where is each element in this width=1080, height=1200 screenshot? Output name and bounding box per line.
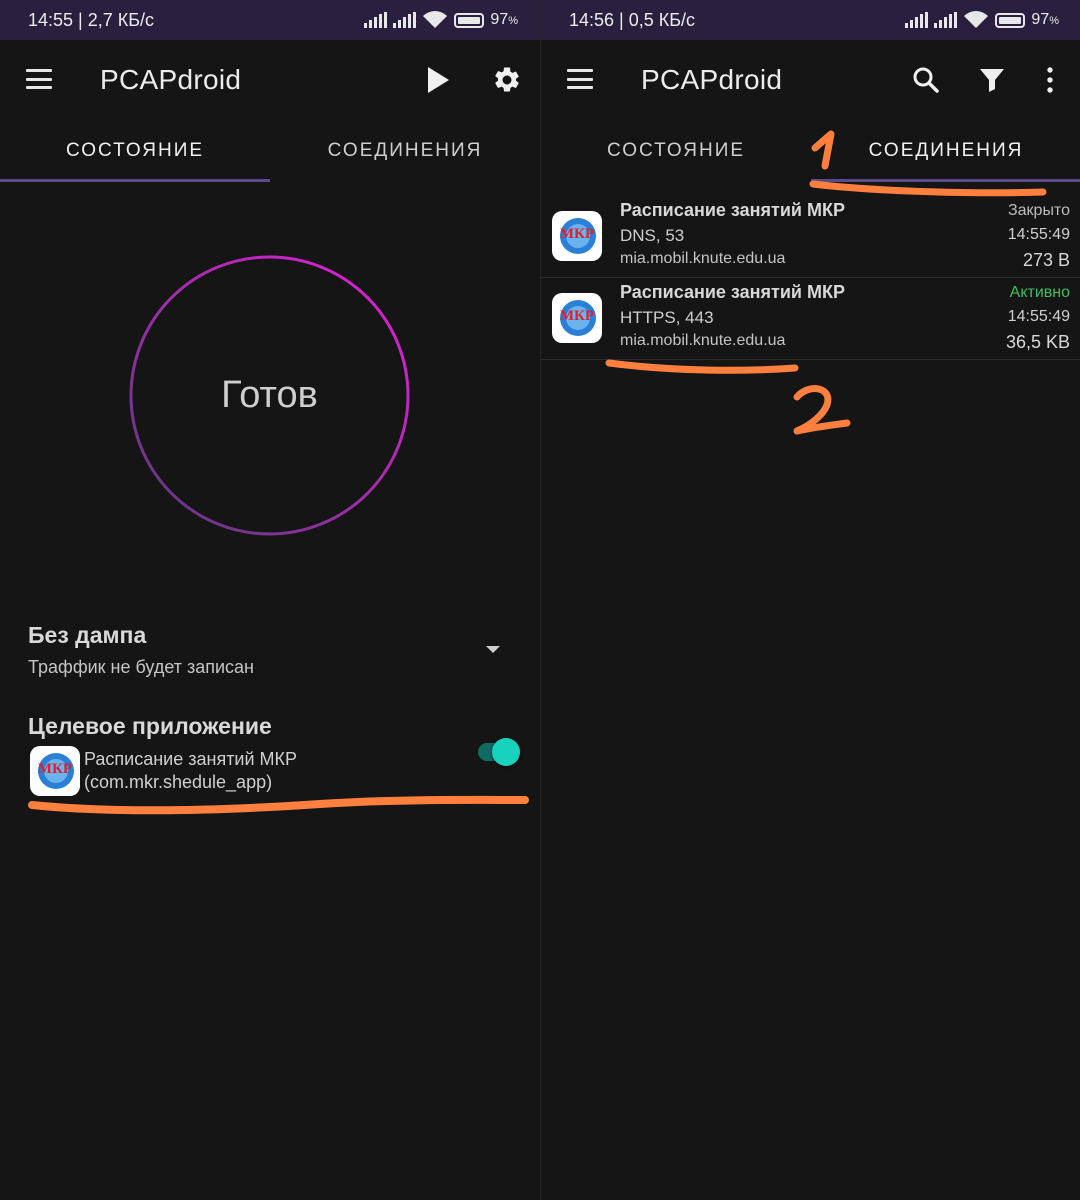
tab-bar: СОСТОЯНИЕ СОЕДИНЕНИЯ: [0, 120, 540, 182]
tab-status[interactable]: СОСТОЯНИЕ: [0, 120, 270, 182]
app-title: PCAPdroid: [100, 64, 242, 95]
status-time: 14:56 | 0,5 КБ/с: [569, 9, 696, 30]
tab-indicator: [0, 179, 270, 182]
battery-percent-sign: %: [1049, 15, 1059, 27]
connections-screen: 14:56 | 0,5 КБ/с 97% PCAPdroid СОСТОЯНИЕ…: [540, 0, 1080, 1200]
connection-size: 36,5 KB: [1005, 332, 1070, 352]
app-icon: МКР: [552, 211, 602, 261]
status-screen: 14:55 | 2,7 КБ/с 97% PCAPdroid СОСТОЯНИЕ…: [0, 0, 540, 1200]
tab-indicator: [811, 179, 1080, 182]
battery-percent-sign: %: [508, 15, 518, 27]
connection-status: Закрыто: [1007, 202, 1070, 219]
app-bar: PCAPdroid: [541, 40, 1080, 120]
tab-connections[interactable]: СОЕДИНЕНИЯ: [270, 120, 540, 182]
tab-status[interactable]: СОСТОЯНИЕ: [541, 120, 811, 182]
battery-level: 97: [1031, 11, 1050, 28]
dropdown-arrow-icon[interactable]: [486, 646, 500, 653]
system-status-bar: 14:56 | 0,5 КБ/с 97%: [541, 0, 1080, 40]
capture-status-label: Готов: [221, 374, 318, 416]
connection-row[interactable]: МКР Расписание занятий МКР HTTPS, 443 mi…: [541, 278, 1080, 360]
battery-level: 97: [490, 11, 509, 28]
wifi-icon: [964, 11, 989, 28]
system-status-bar: 14:55 | 2,7 КБ/с 97%: [0, 0, 540, 40]
target-app-name: Расписание занятий МКР: [84, 749, 298, 769]
target-app-package: (com.mkr.shedule_app): [84, 772, 273, 792]
battery-icon: [995, 12, 1026, 28]
connection-size: 273 B: [1022, 250, 1070, 270]
app-bar: PCAPdroid: [0, 40, 540, 120]
signal-icon: [905, 12, 929, 28]
status-icons: 97%: [364, 0, 518, 40]
tab-connections[interactable]: СОЕДИНЕНИЯ: [811, 120, 1080, 182]
battery-icon: [454, 12, 485, 28]
app-icon-text: МКР: [559, 308, 595, 324]
status-time: 14:55 | 2,7 КБ/с: [28, 9, 155, 30]
app-icon-text: МКР: [37, 761, 73, 777]
search-icon[interactable]: [908, 62, 944, 98]
target-app-title: Целевое приложение: [28, 713, 272, 739]
annotation-mark-2: [605, 359, 851, 435]
connection-app: Расписание занятий МКР: [620, 282, 845, 302]
dump-mode-subtitle: Траффик не будет записан: [28, 657, 255, 677]
menu-icon[interactable]: [26, 69, 52, 89]
connection-status: Активно: [1009, 284, 1070, 301]
connection-time: 14:55:49: [1007, 308, 1070, 325]
connection-row[interactable]: МКР Расписание занятий МКР DNS, 53 mia.m…: [541, 196, 1080, 278]
connection-app: Расписание занятий МКР: [620, 200, 845, 220]
annotation-underline: [28, 795, 529, 815]
filter-icon[interactable]: [974, 62, 1010, 98]
dump-mode-title: Без дампа: [28, 622, 147, 648]
connection-time: 14:55:49: [1007, 226, 1070, 243]
signal-icon: [393, 12, 417, 28]
connection-host: mia.mobil.knute.edu.ua: [620, 332, 786, 349]
play-icon[interactable]: [420, 62, 456, 98]
status-icons: 97%: [905, 0, 1059, 40]
more-vert-icon[interactable]: [1032, 62, 1068, 98]
gear-icon[interactable]: [489, 62, 525, 98]
wifi-icon: [423, 11, 448, 28]
app-icon-text: МКР: [559, 226, 595, 242]
signal-icon: [934, 12, 958, 28]
tab-bar: СОСТОЯНИЕ СОЕДИНЕНИЯ: [541, 120, 1080, 182]
app-title: PCAPdroid: [641, 64, 783, 95]
connection-protocol: DNS, 53: [620, 226, 685, 245]
connection-protocol: HTTPS, 443: [620, 308, 714, 327]
signal-icon: [364, 12, 388, 28]
app-icon: МКР: [30, 746, 80, 796]
connection-host: mia.mobil.knute.edu.ua: [620, 250, 786, 267]
app-icon: МКР: [552, 293, 602, 343]
menu-icon[interactable]: [567, 69, 593, 89]
